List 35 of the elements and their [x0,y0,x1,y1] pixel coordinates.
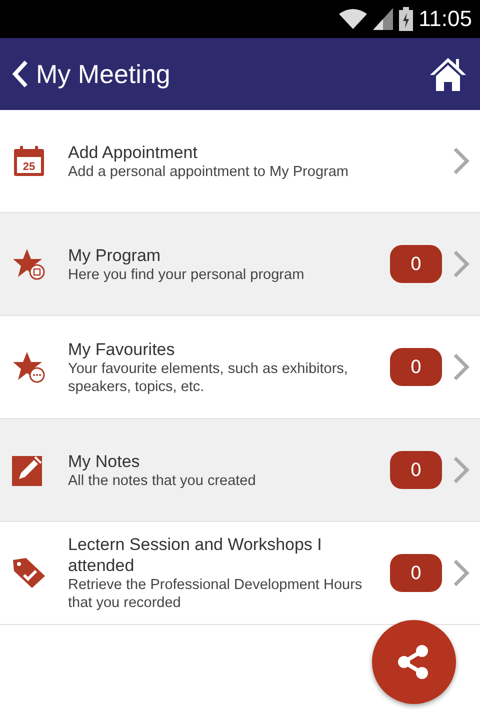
share-button[interactable] [372,620,456,704]
count-badge: 0 [390,451,442,489]
item-title: Lectern Session and Workshops I attended [68,534,323,576]
item-description: Your favourite elements, such as exhibitors, speakers, topics, etc. [68,360,349,396]
item-description: Here you find your personal program [68,266,306,284]
count-badge: 0 [390,348,442,386]
chevron-right-icon [452,455,470,485]
item-title: My Favourites [68,338,176,360]
status-time: 11:05 [418,6,472,32]
home-button[interactable] [428,56,468,92]
back-button[interactable]: My Meeting [12,58,170,90]
signal-icon [372,8,393,30]
chevron-right-icon [452,352,470,382]
page-title: My Meeting [36,58,170,90]
menu-item[interactable]: My Program Here you find your personal program 0 [0,213,480,316]
tag-check-icon [12,557,46,589]
item-description: Add a personal appointment to My Program [68,162,350,180]
item-title: My Notes [68,450,141,472]
item-title: My Program [68,244,162,266]
item-title: Add Appointment [68,142,198,162]
battery-icon [398,7,413,31]
item-description: All the notes that you created [68,472,257,490]
pencil-icon [12,454,44,486]
star-calendar-icon [12,247,46,281]
menu-item[interactable]: My Notes All the notes that you created 0 [0,419,480,522]
count-badge: 0 [390,554,442,592]
star-chat-icon [12,350,46,384]
item-description: Retrieve the Professional Development Hours that you recorded [68,576,364,612]
count-badge: 0 [390,245,442,283]
chevron-right-icon [452,249,470,279]
back-chevron-icon [12,60,28,88]
chevron-right-icon [452,146,470,176]
wifi-icon [338,8,367,30]
chevron-right-icon [452,558,470,588]
home-icon [428,56,468,92]
